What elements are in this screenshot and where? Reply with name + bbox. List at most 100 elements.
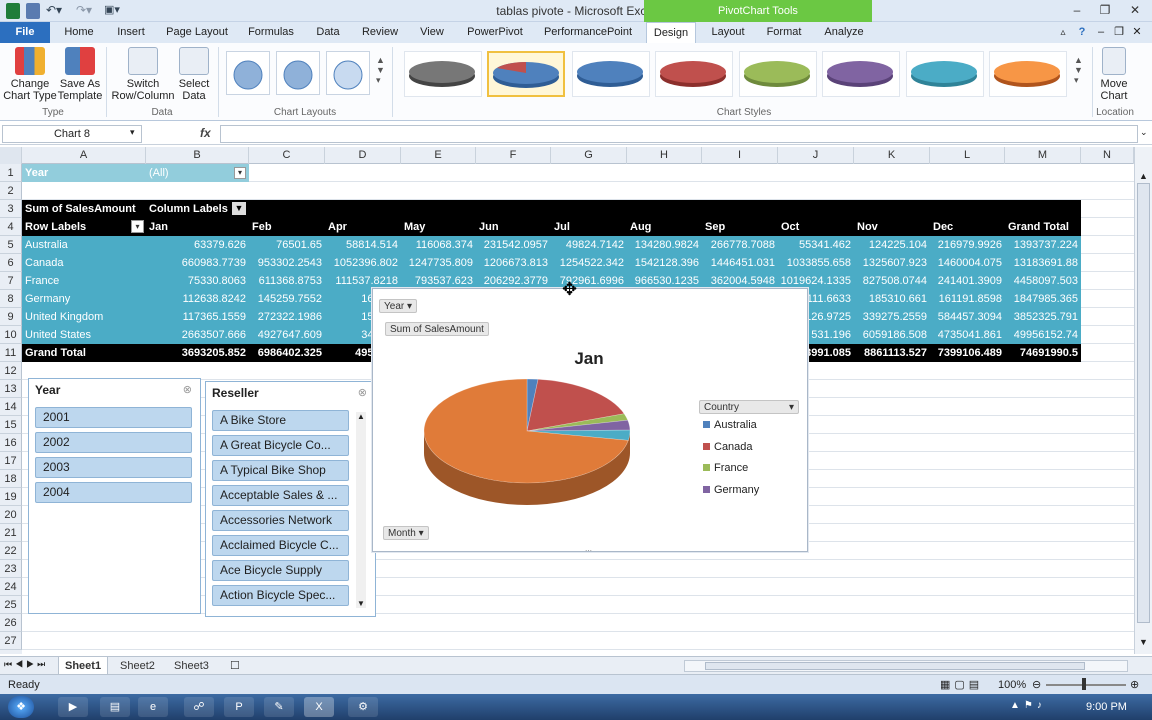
value-cell[interactable]: 1247735.809: [401, 254, 476, 272]
chart-style-1[interactable]: [404, 51, 482, 97]
slicer-item-reseller[interactable]: Acclaimed Bicycle C...: [212, 535, 349, 556]
clear-filter-icon[interactable]: ⊗: [183, 383, 192, 396]
column-header-h[interactable]: H: [627, 147, 702, 164]
column-header-f[interactable]: F: [476, 147, 551, 164]
minimize-icon[interactable]: –: [1066, 2, 1088, 18]
layouts-scroll-icon[interactable]: ▲ ▼ ▾: [376, 55, 385, 86]
scroll-up-icon[interactable]: ▲: [357, 412, 365, 421]
row-header[interactable]: 18: [0, 470, 22, 488]
name-box[interactable]: Chart 8: [2, 125, 142, 143]
scroll-down-icon[interactable]: ▼: [357, 599, 365, 608]
row-label[interactable]: Canada: [22, 254, 146, 272]
column-header-l[interactable]: L: [930, 147, 1005, 164]
column-header-m[interactable]: M: [1005, 147, 1081, 164]
slicer-item-2003[interactable]: 2003: [35, 457, 192, 478]
value-cell[interactable]: 241401.3909: [930, 272, 1005, 290]
value-cell[interactable]: 124225.104: [854, 236, 930, 254]
slicer-item-reseller[interactable]: Acceptable Sales & ...: [212, 485, 349, 506]
value-cell[interactable]: 58814.514: [325, 236, 401, 254]
styles-scroll-icon[interactable]: ▲ ▼ ▾: [1074, 55, 1083, 86]
grand-total-cell[interactable]: 6986402.325: [249, 344, 325, 362]
chart-layout-1[interactable]: [226, 51, 270, 95]
vertical-scroll-thumb[interactable]: [1137, 183, 1150, 623]
workbook-minimize-icon[interactable]: –: [1094, 22, 1108, 43]
vertical-scrollbar[interactable]: ▲ ▼: [1134, 147, 1152, 654]
sheet-nav-icons[interactable]: ⏮◀▶⏭: [4, 659, 48, 670]
column-header-n[interactable]: N: [1081, 147, 1134, 164]
column-header-c[interactable]: C: [249, 147, 325, 164]
tab-view[interactable]: View: [412, 22, 452, 43]
row-header[interactable]: 2: [0, 182, 22, 200]
value-cell[interactable]: 584457.3094: [930, 308, 1005, 326]
slicer-item-2004[interactable]: 2004: [35, 482, 192, 503]
notes-icon[interactable]: ✎: [264, 697, 294, 717]
close-icon[interactable]: ✕: [1124, 2, 1146, 18]
value-cell[interactable]: 1052396.802: [325, 254, 401, 272]
value-cell[interactable]: 2663507.666: [146, 326, 249, 344]
row-header[interactable]: 11: [0, 344, 22, 362]
row-header[interactable]: 26: [0, 614, 22, 632]
chart-style-7[interactable]: [906, 51, 984, 97]
tab-home[interactable]: Home: [56, 22, 102, 43]
value-cell[interactable]: 75330.8063: [146, 272, 249, 290]
zoom-slider-thumb[interactable]: [1082, 678, 1086, 690]
row-header[interactable]: 21: [0, 524, 22, 542]
value-cell[interactable]: 3852325.791: [1005, 308, 1081, 326]
row-label[interactable]: France: [22, 272, 146, 290]
value-cell[interactable]: 112638.8242: [146, 290, 249, 308]
value-cell[interactable]: 4735041.861: [930, 326, 1005, 344]
value-cell[interactable]: 1542128.396: [627, 254, 702, 272]
file-explorer-icon[interactable]: ▤: [100, 697, 130, 717]
workbook-restore-icon[interactable]: ❐: [1112, 22, 1126, 43]
slicer-year[interactable]: Year ⊗ 2001 2002 2003 2004: [28, 378, 201, 614]
row-header[interactable]: 1: [0, 164, 22, 182]
tools-icon[interactable]: ⚙: [348, 697, 378, 717]
slicer-item-2002[interactable]: 2002: [35, 432, 192, 453]
value-cell[interactable]: 49956152.74: [1005, 326, 1081, 344]
column-header-e[interactable]: E: [401, 147, 476, 164]
chart-title[interactable]: Jan: [373, 349, 805, 369]
row-header[interactable]: 23: [0, 560, 22, 578]
row-header[interactable]: 7: [0, 272, 22, 290]
row-header[interactable]: 6: [0, 254, 22, 272]
value-cell[interactable]: 231542.0957: [476, 236, 551, 254]
row-label[interactable]: Australia: [22, 236, 146, 254]
legend-entry[interactable]: Germany: [703, 484, 759, 498]
tab-design[interactable]: Design: [646, 22, 696, 44]
value-cell[interactable]: 953302.2543: [249, 254, 325, 272]
row-label[interactable]: Germany: [22, 290, 146, 308]
row-header[interactable]: 8: [0, 290, 22, 308]
network-icon[interactable]: ☍: [184, 697, 214, 717]
row-labels-dropdown-icon[interactable]: ▾: [131, 220, 144, 233]
row-header[interactable]: 16: [0, 434, 22, 452]
sheet-tab-sheet3[interactable]: Sheet3: [168, 657, 215, 675]
grand-total-cell[interactable]: 3693205.852: [146, 344, 249, 362]
value-cell[interactable]: 63379.626: [146, 236, 249, 254]
filter-dropdown-icon[interactable]: ▾: [234, 167, 246, 179]
legend-entry[interactable]: Australia: [703, 419, 757, 433]
column-header-j[interactable]: J: [778, 147, 854, 164]
media-player-icon[interactable]: ▶: [58, 697, 88, 717]
tab-file[interactable]: File: [0, 22, 50, 43]
sheet-tab-sheet2[interactable]: Sheet2: [114, 657, 161, 675]
tab-data[interactable]: Data: [308, 22, 348, 43]
move-chart-button[interactable]: Move Chart: [1096, 47, 1132, 102]
minimize-ribbon-icon[interactable]: ▵: [1056, 22, 1070, 43]
row-header[interactable]: 5: [0, 236, 22, 254]
restore-icon[interactable]: ❐: [1094, 2, 1116, 18]
row-header[interactable]: 12: [0, 362, 22, 380]
slicer-item-reseller[interactable]: A Great Bicycle Co...: [212, 435, 349, 456]
windows-start-icon[interactable]: ❖: [8, 696, 34, 718]
value-cell[interactable]: 76501.65: [249, 236, 325, 254]
row-header[interactable]: 25: [0, 596, 22, 614]
column-header-a[interactable]: A: [22, 147, 146, 164]
scroll-down-icon[interactable]: ▼: [1139, 637, 1148, 647]
row-header[interactable]: 27: [0, 632, 22, 650]
value-cell[interactable]: 266778.7088: [702, 236, 778, 254]
select-all-corner[interactable]: [0, 147, 22, 164]
column-header-d[interactable]: D: [325, 147, 401, 164]
value-cell[interactable]: 611368.8753: [249, 272, 325, 290]
column-header-k[interactable]: K: [854, 147, 930, 164]
resize-handle-icon[interactable]: ⋯: [585, 547, 592, 555]
chart-style-6[interactable]: [822, 51, 900, 97]
